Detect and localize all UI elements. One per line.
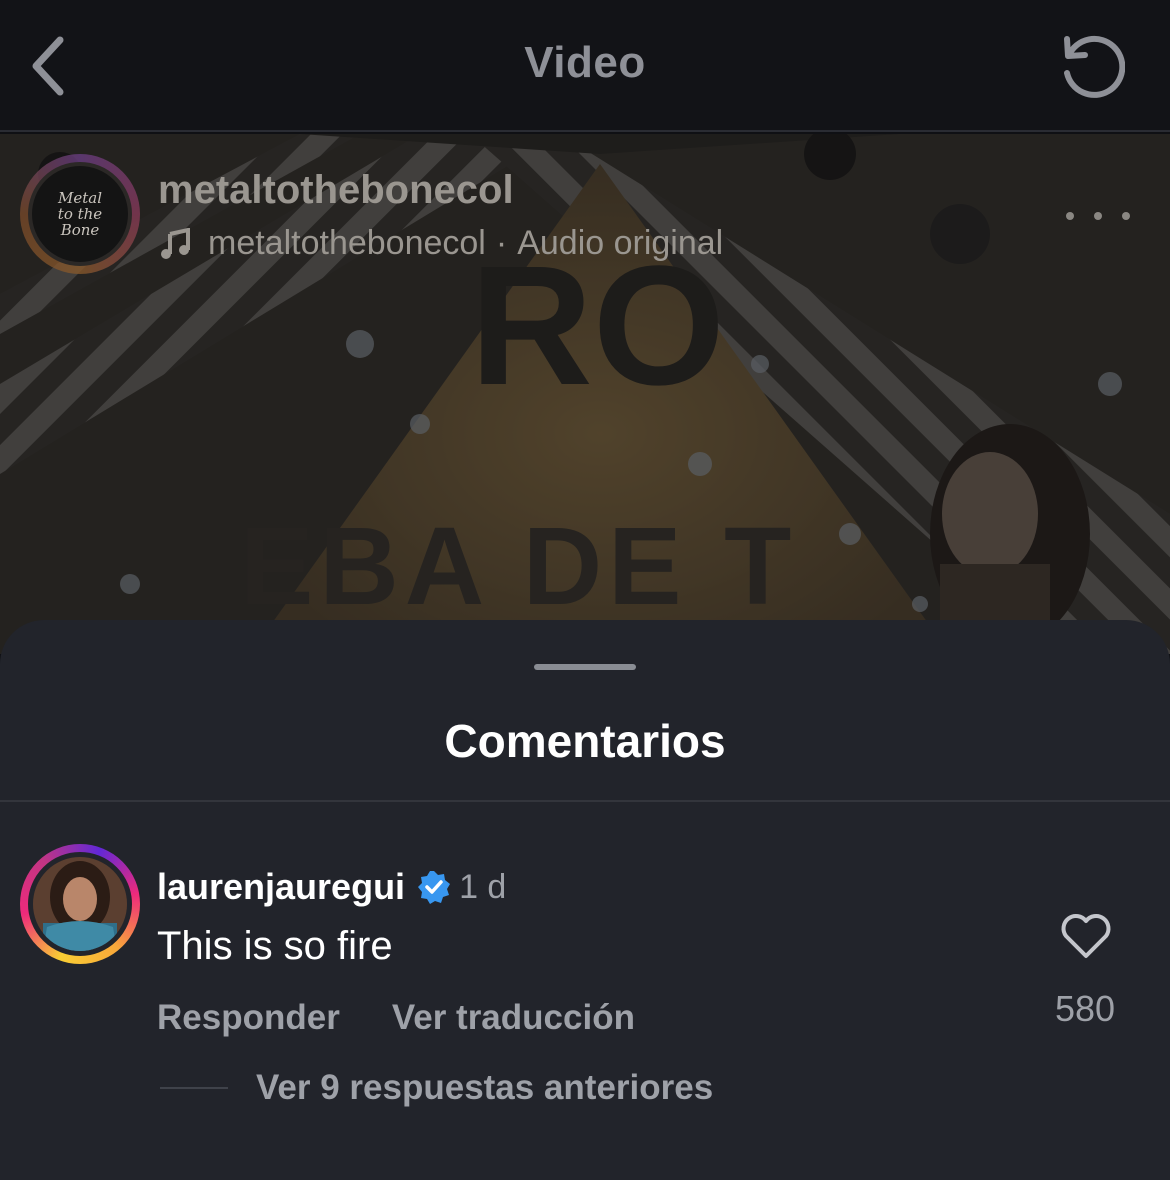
comments-title: Comentarios	[444, 715, 726, 767]
audio-label: Audio original	[517, 224, 724, 262]
comment-username[interactable]: laurenjauregui	[157, 866, 405, 908]
music-note-icon	[158, 226, 194, 262]
page-title: Video	[524, 38, 646, 87]
audio-account: metaltothebonecol	[208, 224, 486, 262]
view-replies-label: Ver 9 respuestas anteriores	[256, 1068, 714, 1107]
divider	[0, 800, 1170, 802]
avatar-text-line-2: to the	[57, 205, 103, 223]
heart-outline-icon	[1061, 914, 1111, 958]
comment-header: laurenjauregui 1 d	[157, 866, 506, 908]
verified-badge-icon	[417, 870, 451, 904]
more-dot	[1122, 212, 1130, 220]
video-preview[interactable]: RO EBA DE T Metal to the Bone metaltothe…	[0, 134, 1170, 654]
comments-sheet: Comentarios laurenjauregui 1 d This is s…	[0, 620, 1170, 1180]
top-bar: Video	[0, 0, 1170, 132]
replay-button[interactable]	[1050, 26, 1130, 106]
more-dot	[1094, 212, 1102, 220]
comment-item: laurenjauregui 1 d This is so fire Respo…	[0, 842, 1170, 1042]
comment-text: This is so fire	[157, 924, 393, 968]
replies-line	[160, 1087, 228, 1089]
view-replies-button[interactable]: Ver 9 respuestas anteriores	[160, 1068, 713, 1108]
translate-button[interactable]: Ver traducción	[392, 998, 635, 1038]
comment-actions: Responder Ver traducción	[157, 998, 687, 1038]
more-horizontal-icon	[1066, 212, 1074, 220]
avatar-text-line-3: Bone	[60, 221, 100, 239]
like-count: 580	[1054, 988, 1116, 1029]
replay-icon	[1064, 35, 1125, 98]
audio-info[interactable]: metaltothebonecol · Audio original	[158, 224, 723, 263]
avatar-text-line-1: Metal	[57, 189, 102, 207]
like-button[interactable]	[1056, 906, 1116, 966]
more-options-button[interactable]	[1066, 204, 1130, 228]
comment-avatar[interactable]	[28, 852, 132, 956]
comment-timestamp: 1 d	[459, 867, 507, 906]
avatar-photo	[33, 857, 127, 951]
post-username[interactable]: metaltothebonecol	[158, 168, 514, 213]
post-avatar[interactable]: Metal to the Bone	[28, 162, 132, 266]
drag-handle[interactable]	[534, 664, 636, 670]
reply-button[interactable]: Responder	[157, 998, 340, 1038]
audio-separator: ·	[495, 224, 508, 262]
post-header: Metal to the Bone metaltothebonecol meta…	[20, 154, 1150, 274]
